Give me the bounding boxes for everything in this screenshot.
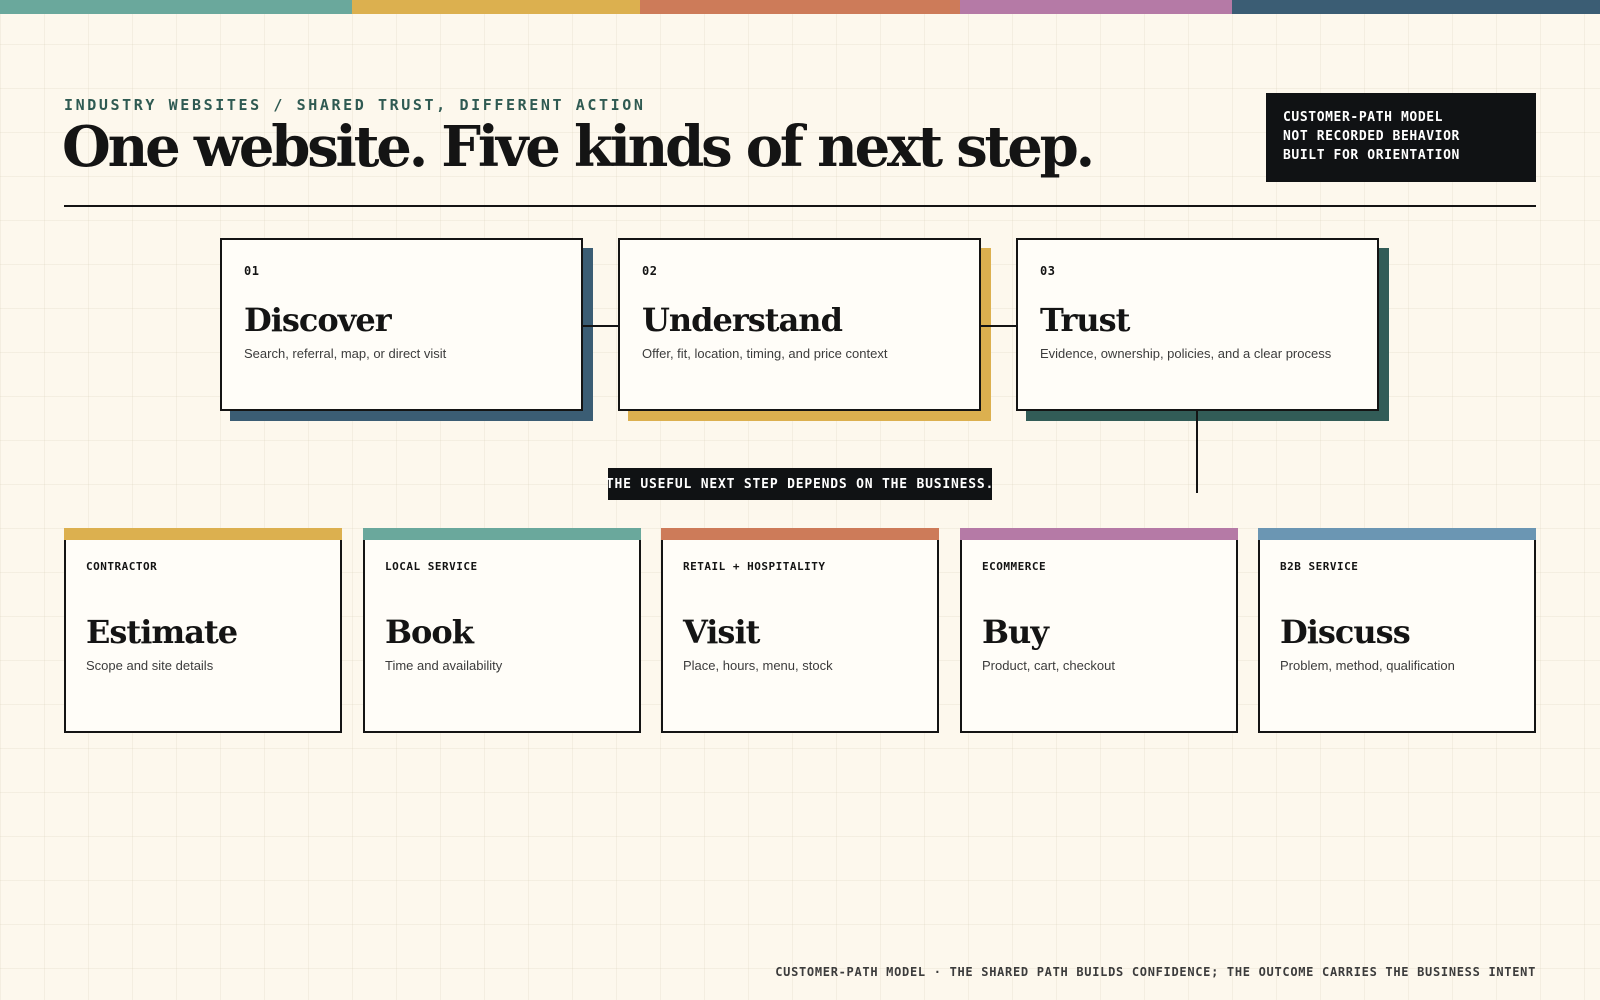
outcome-card-visit: RETAIL + HOSPITALITY Visit Place, hours,…: [661, 528, 939, 733]
page-title: One website. Five kinds of next step.: [62, 114, 1095, 180]
stripe-segment-teal: [0, 0, 352, 14]
outcome-title: Discuss: [1280, 613, 1411, 651]
stage-card-discover: 01 Discover Search, referral, map, or di…: [220, 238, 583, 411]
outcome-title: Book: [385, 613, 474, 651]
model-note-box: CUSTOMER-PATH MODEL NOT RECORDED BEHAVIO…: [1266, 93, 1536, 182]
stage-number: 02: [642, 264, 658, 278]
stage-title: Understand: [642, 301, 843, 339]
outcome-accent-bar: [1258, 528, 1536, 540]
section-kicker: INDUSTRY WEBSITES / SHARED TRUST, DIFFER…: [64, 96, 646, 114]
header-divider: [64, 205, 1536, 207]
stage-title: Discover: [244, 301, 392, 339]
top-color-stripe: [0, 0, 1600, 14]
outcome-description: Place, hours, menu, stock: [683, 658, 833, 673]
stage-description: Offer, fit, location, timing, and price …: [642, 346, 888, 361]
connector-trust-outcomes: [1196, 411, 1198, 493]
stage-description: Search, referral, map, or direct visit: [244, 346, 447, 361]
outcome-description: Time and availability: [385, 658, 503, 673]
outcome-accent-bar: [64, 528, 342, 540]
stage-card-understand: 02 Understand Offer, fit, location, timi…: [618, 238, 981, 411]
stage-number: 01: [244, 264, 260, 278]
outcome-title: Visit: [683, 613, 760, 651]
outcome-industry: LOCAL SERVICE: [385, 560, 478, 573]
outcome-title: Buy: [982, 613, 1049, 651]
outcome-card-discuss: B2B SERVICE Discuss Problem, method, qua…: [1258, 528, 1536, 733]
stage-title: Trust: [1040, 301, 1130, 339]
outcome-industry: B2B SERVICE: [1280, 560, 1359, 573]
outcome-industry: RETAIL + HOSPITALITY: [683, 560, 826, 573]
stage-card-trust: 03 Trust Evidence, ownership, policies, …: [1016, 238, 1379, 411]
outcome-industry: ECOMMERCE: [982, 560, 1047, 573]
outcome-industry: CONTRACTOR: [86, 560, 158, 573]
connector-understand-trust: [981, 325, 1017, 327]
stage-number: 03: [1040, 264, 1056, 278]
stage-description: Evidence, ownership, policies, and a cle…: [1040, 346, 1332, 361]
stripe-segment-gold: [352, 0, 640, 14]
outcome-description: Product, cart, checkout: [982, 658, 1115, 673]
outcome-accent-bar: [960, 528, 1238, 540]
branch-label: THE USEFUL NEXT STEP DEPENDS ON THE BUSI…: [606, 468, 993, 500]
outcome-title: Estimate: [86, 613, 238, 651]
model-note-line: CUSTOMER-PATH MODEL: [1283, 110, 1444, 125]
outcome-accent-bar: [363, 528, 641, 540]
outcome-accent-bar: [661, 528, 939, 540]
footer-caption: CUSTOMER-PATH MODEL · THE SHARED PATH BU…: [775, 965, 1536, 979]
model-note-line: BUILT FOR ORIENTATION: [1283, 148, 1460, 163]
connector-discover-understand: [583, 325, 619, 327]
stripe-segment-mauve: [960, 0, 1232, 14]
model-note-line: NOT RECORDED BEHAVIOR: [1283, 129, 1460, 144]
outcome-card-estimate: CONTRACTOR Estimate Scope and site detai…: [64, 528, 342, 733]
outcome-description: Problem, method, qualification: [1280, 658, 1455, 673]
outcome-description: Scope and site details: [86, 658, 214, 673]
stripe-segment-navy: [1232, 0, 1600, 14]
stripe-segment-terracotta: [640, 0, 960, 14]
outcome-card-book: LOCAL SERVICE Book Time and availability: [363, 528, 641, 733]
outcome-card-buy: ECOMMERCE Buy Product, cart, checkout: [960, 528, 1238, 733]
